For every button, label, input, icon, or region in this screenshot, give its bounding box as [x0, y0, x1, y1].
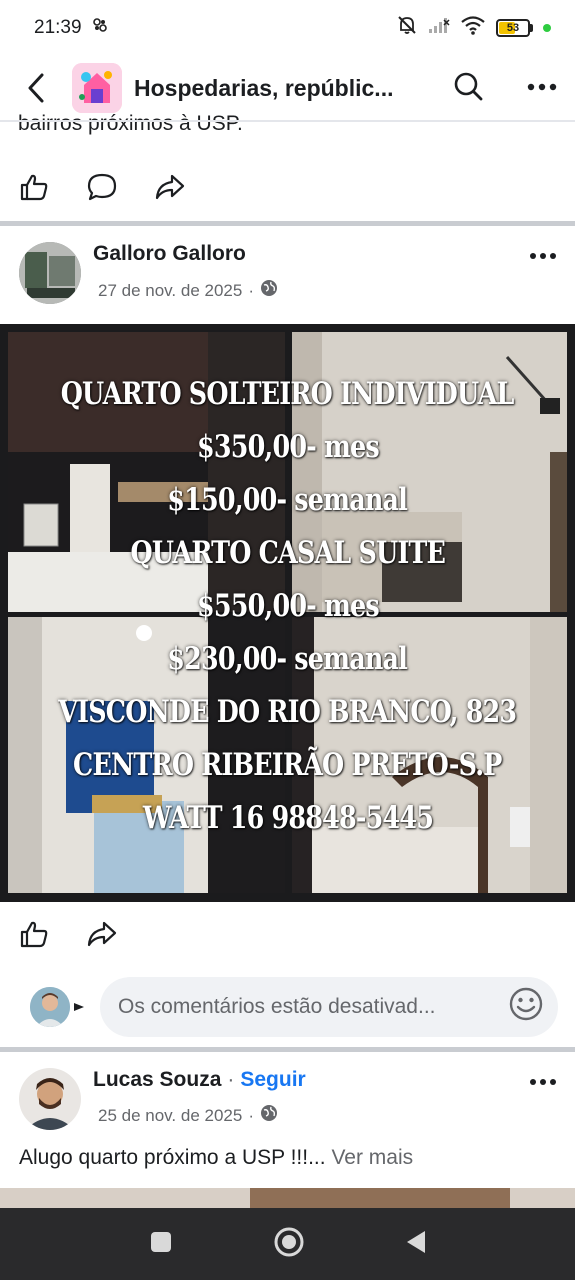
- system-navigation-bar: [0, 1208, 575, 1280]
- chevron-left-icon: [28, 73, 44, 103]
- image-text-line: $150,00- semanal: [167, 482, 409, 518]
- post-more-button[interactable]: [527, 246, 559, 266]
- header-separator: [0, 120, 575, 122]
- post-actions: [18, 918, 118, 950]
- status-bar: 21:39 53: [0, 0, 575, 56]
- more-options-icon[interactable]: [527, 79, 557, 97]
- app-header: Hospedarias, repúblic...: [0, 56, 575, 120]
- image-text-line: CENTRO RIBEIRÃO PRETO-S.P: [73, 747, 502, 783]
- post-author[interactable]: Galloro Galloro: [93, 242, 246, 266]
- group-avatar[interactable]: [72, 63, 122, 113]
- image-text-line: WATT 16 98848-5445: [142, 800, 433, 836]
- meta-separator: ·: [248, 1105, 254, 1125]
- back-nav-icon[interactable]: [405, 1229, 427, 1260]
- caret-down-icon[interactable]: [74, 998, 84, 1016]
- author-avatar[interactable]: [19, 1068, 81, 1130]
- post-divider: [0, 1047, 575, 1052]
- notification-icon: [92, 17, 108, 39]
- image-text-line: $350,00- mes: [196, 429, 380, 465]
- image-text-line: $550,00- mes: [196, 588, 380, 624]
- post-date[interactable]: 25 de nov. de 2025: [98, 1106, 242, 1126]
- post-date[interactable]: 27 de nov. de 2025: [98, 281, 242, 301]
- home-icon[interactable]: [273, 1226, 305, 1263]
- globe-icon: [260, 279, 278, 302]
- share-icon[interactable]: [154, 171, 186, 203]
- post-header-line: Lucas Souza · Seguir: [93, 1068, 306, 1092]
- post-divider: [0, 221, 575, 226]
- previous-post-actions: [18, 171, 186, 203]
- post-body: Alugo quarto próximo a USP !!!... Ver ma…: [19, 1146, 413, 1170]
- previous-post-text: bairros próximos à USP.: [18, 112, 243, 135]
- header-separator-dot: ·: [227, 1068, 235, 1091]
- image-text-line: $230,00- semanal: [167, 641, 409, 677]
- search-icon[interactable]: [453, 71, 483, 106]
- comment-placeholder: Os comentários estão desativad...: [118, 995, 436, 1018]
- back-button[interactable]: [20, 68, 52, 108]
- see-more-link[interactable]: Ver mais: [331, 1146, 413, 1169]
- battery-icon: 53: [496, 19, 533, 37]
- share-icon[interactable]: [86, 918, 118, 950]
- comment-icon[interactable]: [86, 171, 118, 203]
- emoji-icon[interactable]: [508, 986, 544, 1028]
- like-icon[interactable]: [18, 918, 50, 950]
- status-time: 21:39: [34, 17, 82, 38]
- group-title[interactable]: Hospedarias, repúblic...: [134, 75, 414, 102]
- post-body-text: Alugo quarto próximo a USP !!!...: [19, 1146, 326, 1169]
- globe-icon: [260, 1104, 278, 1127]
- post-meta: 27 de nov. de 2025 ·: [98, 279, 278, 302]
- comment-input[interactable]: Os comentários estão desativad...: [100, 977, 558, 1037]
- author-avatar[interactable]: [19, 242, 81, 304]
- image-text-line: VISCONDE DO RIO BRANCO, 823: [58, 694, 518, 730]
- post-image-preview[interactable]: [0, 1188, 575, 1208]
- mute-icon: [396, 14, 418, 42]
- image-text-line: QUARTO CASAL SUITE: [130, 535, 445, 571]
- post-author[interactable]: Lucas Souza: [93, 1068, 221, 1092]
- post-meta: 25 de nov. de 2025 ·: [98, 1104, 278, 1127]
- recents-icon[interactable]: [149, 1230, 173, 1259]
- signal-icon: [428, 16, 450, 40]
- status-dot: [543, 24, 551, 32]
- commenter-avatar[interactable]: [30, 987, 70, 1027]
- meta-separator: ·: [248, 280, 254, 300]
- comment-row: Os comentários estão desativad...: [18, 976, 558, 1038]
- post-image[interactable]: QUARTO SOLTEIRO INDIVIDUAL $350,00- mes …: [0, 324, 575, 902]
- like-icon[interactable]: [18, 171, 50, 203]
- follow-button[interactable]: Seguir: [240, 1068, 305, 1092]
- battery-level: 53: [506, 22, 520, 34]
- post-more-button[interactable]: [527, 1072, 559, 1092]
- image-overlay-text: QUARTO SOLTEIRO INDIVIDUAL $350,00- mes …: [0, 368, 575, 845]
- wifi-icon: [460, 15, 486, 41]
- image-text-line: QUARTO SOLTEIRO INDIVIDUAL: [61, 376, 515, 412]
